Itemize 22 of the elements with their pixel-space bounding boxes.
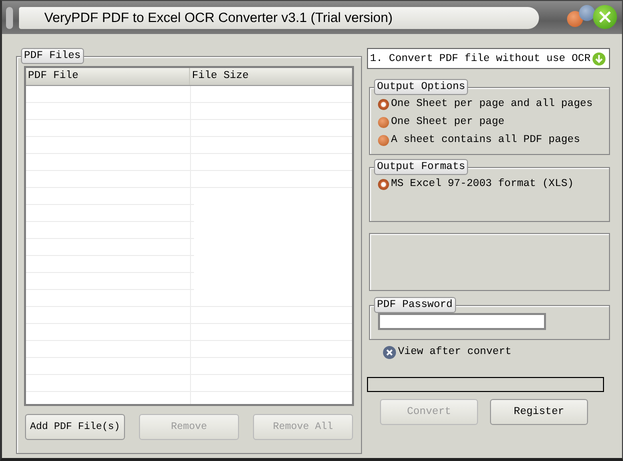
window-title: VeryPDF PDF to Excel OCR Converter v3.1 (Trial version)	[19, 6, 540, 28]
radio-option[interactable]: MS Excel 97-2003 format (XLS)	[370, 175, 609, 193]
minimize-button[interactable]	[567, 11, 584, 27]
action-button[interactable]: Register	[490, 399, 588, 425]
x-circle-icon	[383, 346, 396, 358]
close-button[interactable]	[593, 5, 618, 29]
maximize-button[interactable]	[579, 5, 596, 21]
password-field[interactable]	[378, 313, 546, 330]
view-after-convert-label[interactable]: View after convert	[398, 346, 512, 358]
dropdown-arrow-icon	[592, 52, 606, 66]
grip-icon	[6, 6, 14, 28]
radio-option[interactable]: A sheet contains all PDF pages	[370, 131, 609, 149]
group-title: Output Options	[374, 79, 468, 95]
radio-option[interactable]: One Sheet per page	[370, 113, 609, 131]
group-title: PDF Files	[21, 48, 84, 64]
group-title: Output Formats	[374, 159, 468, 175]
group-title: PDF Password	[374, 297, 456, 313]
radio-option[interactable]: One Sheet per page and all pages	[370, 95, 609, 113]
file-button[interactable]: Add PDF File(s)	[25, 414, 125, 440]
mode-dropdown[interactable]: 1. Convert PDF file without use OCR	[367, 48, 610, 69]
column-header[interactable]: PDF File	[26, 68, 190, 85]
column-header[interactable]: File Size	[190, 68, 352, 85]
